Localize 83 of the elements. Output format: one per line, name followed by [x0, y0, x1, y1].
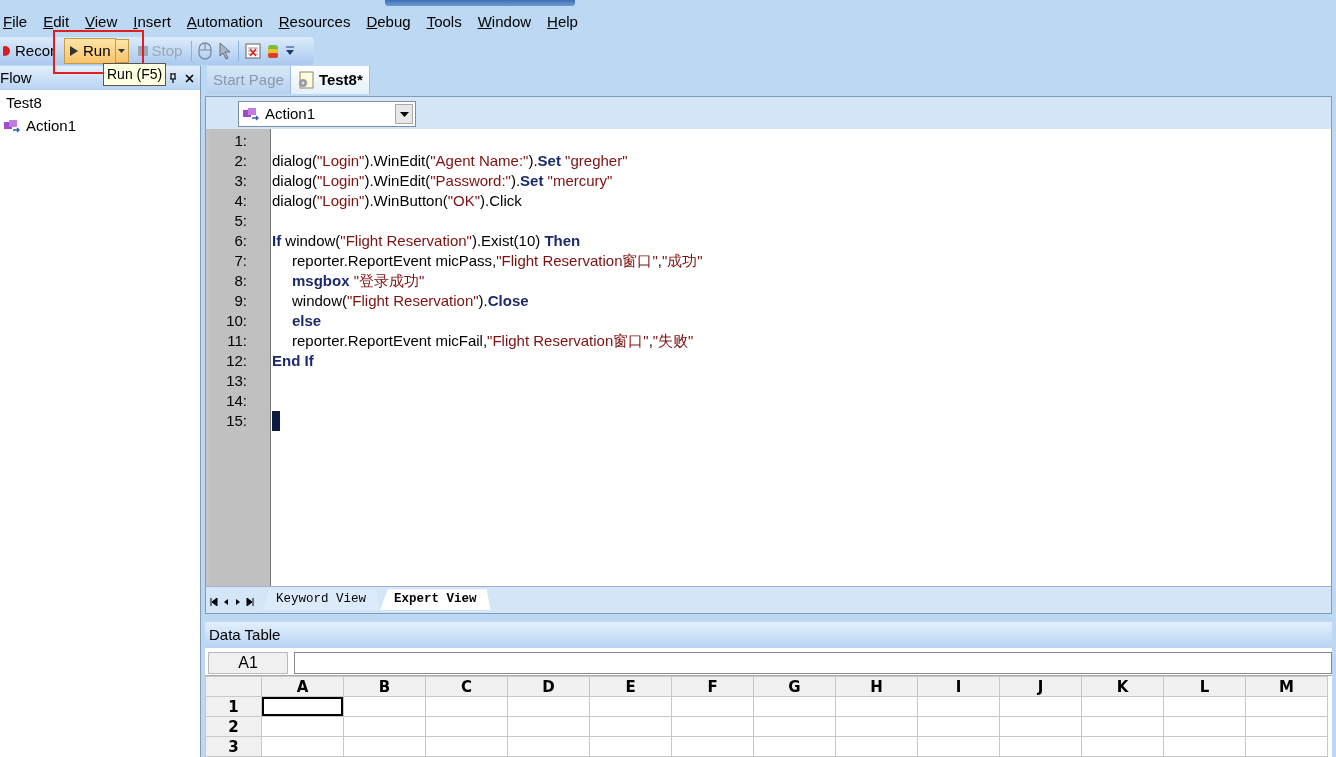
menu-item[interactable]: File: [3, 8, 36, 36]
tooltip: Run (F5): [103, 63, 167, 86]
column-header[interactable]: B: [343, 676, 426, 697]
code-line: If window("Flight Reservation").Exist(10) Then: [272, 231, 582, 251]
column-header[interactable]: H: [835, 676, 918, 697]
play-icon: [69, 45, 79, 57]
code-line: window("Flight Reservation").Close: [291, 291, 530, 311]
panel-title: Data Table: [209, 624, 281, 645]
column-header[interactable]: J: [999, 676, 1082, 697]
script-icon: [296, 70, 315, 89]
menu-item[interactable]: Tools: [426, 8, 470, 36]
line-number: 7:: [233, 251, 248, 271]
column-header[interactable]: F: [671, 676, 754, 697]
menu-item[interactable]: Edit: [43, 8, 78, 36]
stop-icon: [137, 46, 148, 56]
caret-icon: [118, 49, 126, 53]
row-header[interactable]: 3: [205, 736, 262, 757]
column-header[interactable]: G: [753, 676, 836, 697]
column-header[interactable]: C: [425, 676, 508, 697]
close-icon[interactable]: [185, 73, 194, 83]
action-dropdown[interactable]: Action1: [238, 101, 416, 127]
line-number: 5:: [233, 211, 248, 231]
line-number: 4:: [233, 191, 248, 211]
menu-item[interactable]: Help: [547, 8, 586, 36]
record-icon: [3, 45, 11, 57]
line-number: 15:: [225, 411, 248, 431]
menu-item[interactable]: Window: [477, 8, 540, 36]
line-number: 14:: [225, 391, 248, 411]
line-number: 13:: [225, 371, 248, 391]
last-page-icon[interactable]: [246, 598, 254, 606]
formula-field[interactable]: [294, 652, 1332, 674]
view-tab[interactable]: Expert View: [380, 589, 491, 610]
column-header[interactable]: L: [1163, 676, 1246, 697]
action-icon: [241, 106, 261, 122]
menu-item[interactable]: Insert: [133, 8, 179, 36]
pointer-icon[interactable]: [218, 42, 233, 60]
run-button[interactable]: Run: [64, 37, 116, 65]
line-number: 10:: [225, 311, 248, 331]
pin-icon[interactable]: [169, 73, 177, 83]
tree-item[interactable]: Test8: [6, 92, 42, 115]
column-header[interactable]: E: [589, 676, 672, 697]
menu-item[interactable]: View: [85, 8, 126, 36]
view-tab[interactable]: Keyword View: [262, 589, 380, 610]
code-line: reporter.ReportEvent micPass,"Flight Reservation窗口","成功": [291, 251, 704, 271]
code-line: dialog("Login").WinButton("OK").Click: [272, 191, 523, 211]
menu-item[interactable]: Automation: [186, 8, 271, 36]
column-header[interactable]: K: [1081, 676, 1164, 697]
record-button[interactable]: Recor: [0, 38, 58, 64]
line-number: 3:: [233, 171, 248, 191]
overflow-icon[interactable]: [285, 45, 296, 57]
document-tab[interactable]: Test8*: [290, 65, 370, 94]
tree-item[interactable]: Action1: [26, 114, 77, 137]
row-header[interactable]: 2: [205, 716, 262, 737]
pane-title: Flow: [0, 67, 32, 88]
dropdown-arrow-icon: [399, 111, 409, 117]
checklist-icon[interactable]: [245, 43, 262, 59]
line-number: 12:: [225, 351, 248, 371]
code-line: msgbox "登录成功": [291, 271, 426, 291]
menu-item[interactable]: Resources: [278, 8, 359, 36]
menu-item[interactable]: Debug: [366, 8, 419, 36]
line-number: 1:: [233, 131, 248, 151]
action-icon: [2, 117, 22, 134]
cell-reference: A1: [208, 652, 288, 674]
line-number: 8:: [233, 271, 248, 291]
line-number: 6:: [233, 231, 248, 251]
code-line: reporter.ReportEvent micFail,"Flight Reservation窗口","失败": [291, 331, 695, 351]
code-line: dialog("Login").WinEdit("Password:").Set "mercury": [272, 171, 614, 191]
line-number: 9:: [233, 291, 248, 311]
code-line: End If: [272, 351, 315, 371]
database-icon[interactable]: [267, 42, 280, 60]
column-header[interactable]: I: [917, 676, 1000, 697]
first-page-icon[interactable]: [210, 598, 218, 606]
code-line: else: [291, 311, 323, 331]
row-header[interactable]: 1: [205, 696, 262, 717]
column-header[interactable]: M: [1245, 676, 1328, 697]
next-icon[interactable]: [234, 598, 242, 606]
mouse-icon[interactable]: [198, 42, 213, 60]
line-number: 2:: [233, 151, 248, 171]
line-number: 11:: [226, 331, 248, 351]
code-line: dialog("Login").WinEdit("Agent Name:").Set "gregher": [272, 151, 629, 171]
column-header[interactable]: D: [507, 676, 590, 697]
column-header[interactable]: A: [261, 676, 344, 697]
previous-icon[interactable]: [222, 598, 230, 606]
